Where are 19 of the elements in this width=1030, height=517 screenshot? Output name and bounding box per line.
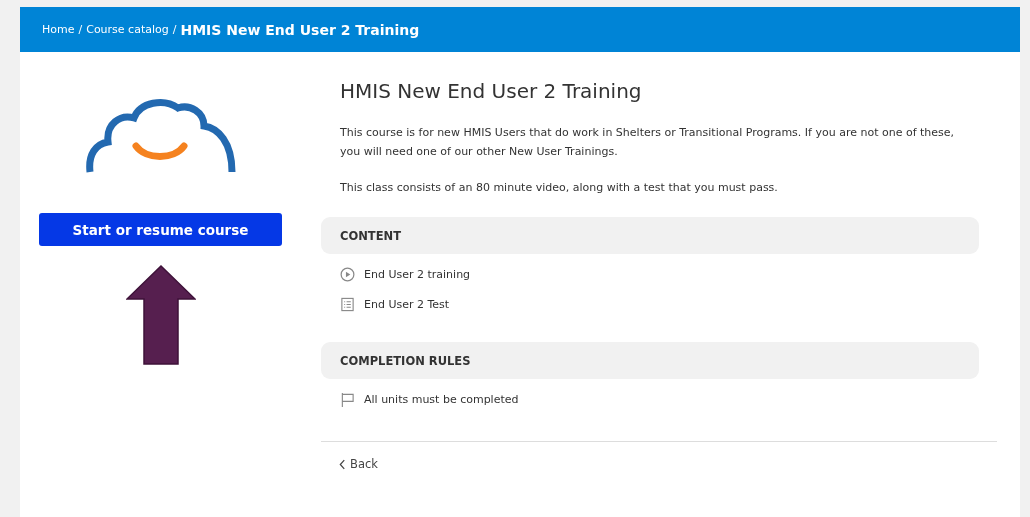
breadcrumb-link[interactable]: HMIS New End User 2 Training: [180, 21, 420, 38]
breadcrumb-link[interactable]: Home: [42, 23, 75, 36]
unit-link[interactable]: End User 2 training: [364, 267, 471, 281]
section-title: COMPLETION RULES: [340, 353, 471, 368]
breadcrumb-separator: /: [78, 23, 83, 36]
checklist-icon: [340, 296, 355, 312]
back-link[interactable]: Back: [339, 457, 378, 471]
rule-text: All units must be completed: [364, 392, 519, 406]
course-title: HMIS New End User 2 Training: [340, 79, 643, 103]
course-description: This course is for new HMIS Users that do work in Shelters or Transitional Programs. If you are not one of these, you will need one of our other New User Trainings.: [340, 125, 956, 160]
breadcrumb-separator: /: [172, 23, 177, 36]
chevron-left-icon: [339, 458, 346, 470]
play-icon: [340, 266, 355, 282]
course-description: This class consists of an 80 minute video, along with a test that you must pass.: [340, 180, 779, 196]
breadcrumb-link[interactable]: Course catalog: [86, 23, 169, 36]
section-title: CONTENT: [340, 228, 401, 243]
flag-icon: [340, 391, 355, 407]
start-course-button[interactable]: Start or resume course: [39, 213, 282, 246]
unit-link[interactable]: End User 2 Test: [364, 297, 450, 311]
